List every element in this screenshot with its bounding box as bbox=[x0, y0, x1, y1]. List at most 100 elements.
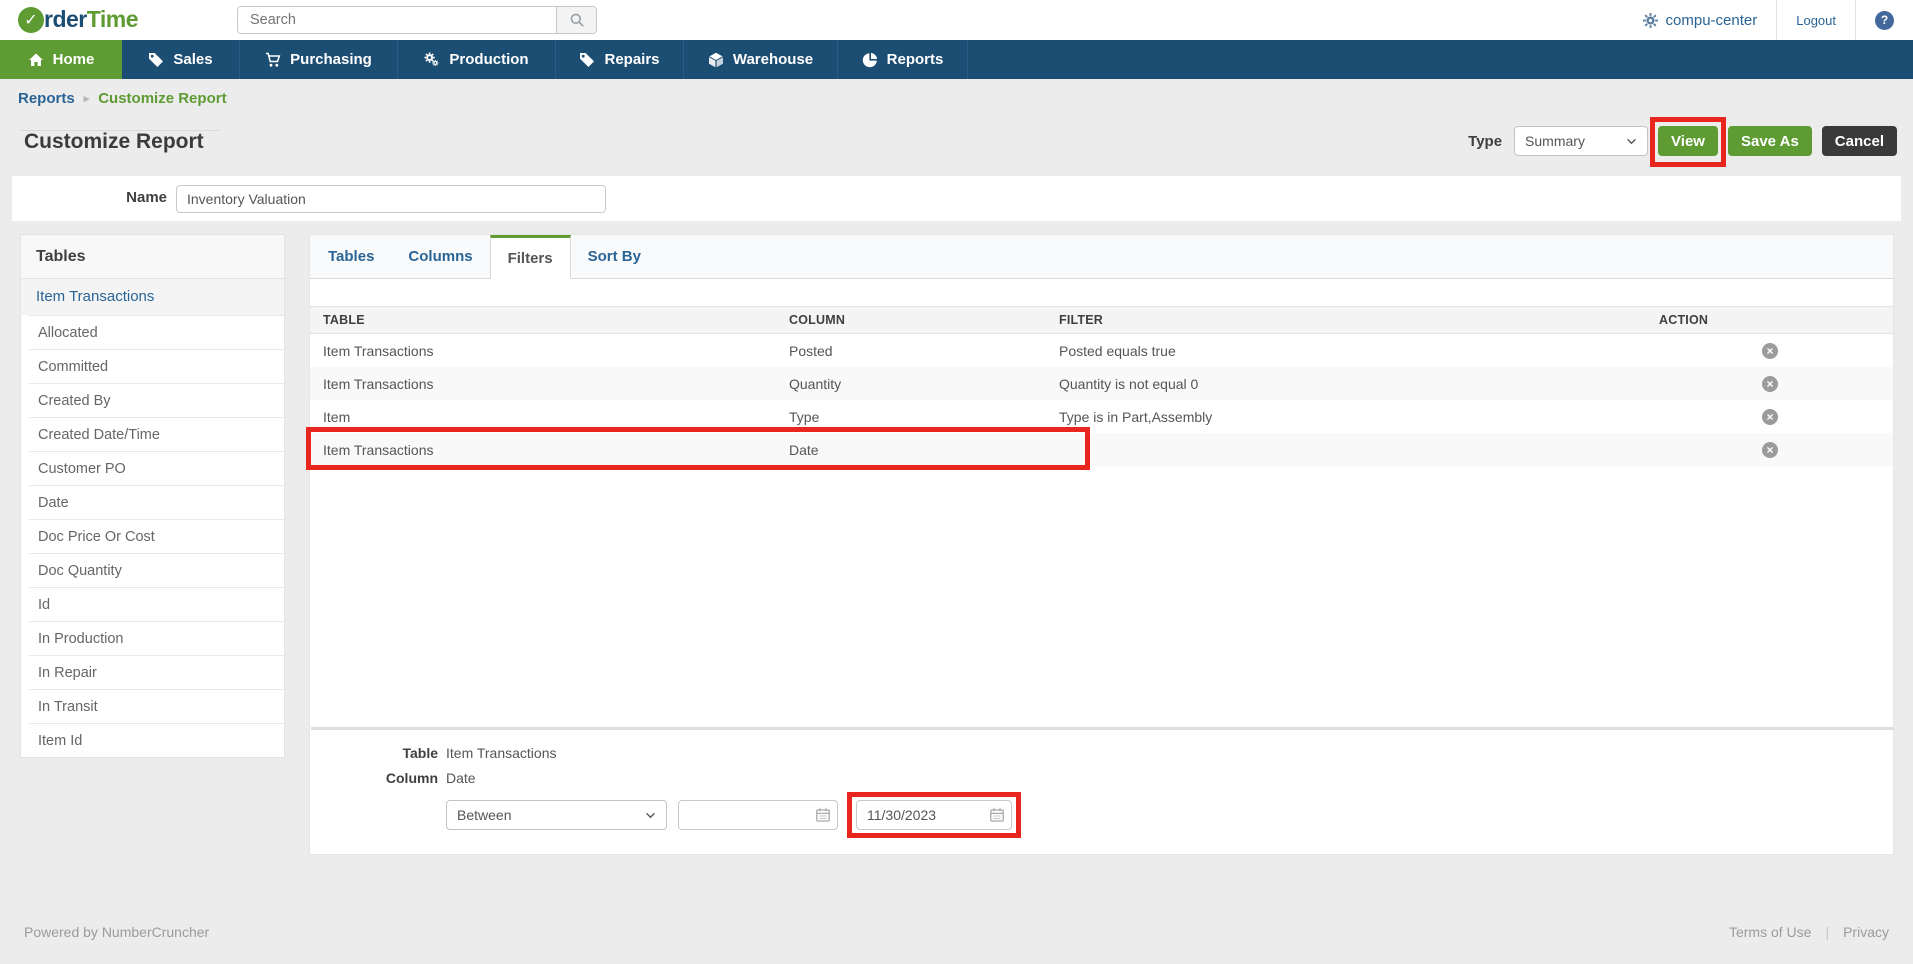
editor-divider bbox=[311, 727, 1894, 730]
header-action: ACTION bbox=[1659, 313, 1709, 327]
cell-table: Item Transactions bbox=[323, 441, 434, 458]
sidebar-item-date[interactable]: Date bbox=[29, 485, 284, 519]
cancel-button[interactable]: Cancel bbox=[1821, 126, 1897, 156]
filter-row: Item Transactions Posted Posted equals t… bbox=[310, 334, 1893, 367]
tab-filters[interactable]: Filters bbox=[489, 235, 571, 279]
nav-sales-label: Sales bbox=[173, 51, 213, 68]
filters-table-header: TABLE COLUMN FILTER ACTION bbox=[310, 306, 1893, 334]
remove-filter-icon[interactable]: × bbox=[1762, 375, 1778, 392]
filters-table: TABLE COLUMN FILTER ACTION Item Transact… bbox=[310, 306, 1893, 466]
nav-production[interactable]: Production bbox=[398, 40, 556, 79]
cell-table: Item Transactions bbox=[323, 375, 434, 392]
powered-by-text: Powered by NumberCruncher bbox=[24, 924, 210, 940]
remove-filter-icon[interactable]: × bbox=[1762, 441, 1778, 458]
sidebar-item-doc-quantity[interactable]: Doc Quantity bbox=[29, 553, 284, 587]
filter-row: Item Type Type is in Part,Assembly × bbox=[310, 400, 1893, 433]
header-table: TABLE bbox=[323, 313, 365, 327]
view-button[interactable]: View bbox=[1658, 126, 1718, 156]
sidebar-item-doc-price-or-cost[interactable]: Doc Price Or Cost bbox=[29, 519, 284, 553]
editor-column-label: Column bbox=[385, 770, 438, 786]
type-select-value: Summary bbox=[1525, 133, 1585, 149]
sidebar-title: Tables bbox=[21, 235, 284, 279]
cell-filter: Type is in Part,Assembly bbox=[1059, 408, 1213, 425]
breadcrumb-current: Customize Report bbox=[98, 90, 227, 107]
search-button[interactable] bbox=[556, 7, 596, 33]
brand-check-icon: ✓ bbox=[18, 6, 44, 33]
editor-table-value: Item Transactions bbox=[446, 745, 557, 761]
sidebar-item-customer-po[interactable]: Customer PO bbox=[29, 451, 284, 485]
header-column: COLUMN bbox=[789, 313, 846, 327]
filter-row-selected[interactable]: Item Transactions Date × bbox=[310, 433, 1893, 466]
brand-logo[interactable]: ✓ rder Time bbox=[18, 6, 139, 33]
save-as-button[interactable]: Save As bbox=[1727, 126, 1812, 156]
nav-reports[interactable]: Reports bbox=[838, 40, 968, 79]
nav-purchasing-label: Purchasing bbox=[290, 51, 372, 68]
repair-tag-icon bbox=[579, 52, 595, 68]
tag-icon bbox=[148, 52, 164, 68]
cell-action: × bbox=[1659, 441, 1893, 458]
footer-link-divider: | bbox=[1825, 924, 1830, 940]
top-right-menu: compu-center Logout ? bbox=[1624, 0, 1913, 40]
sidebar-item-committed[interactable]: Committed bbox=[29, 349, 284, 383]
tab-sort-by[interactable]: Sort By bbox=[571, 235, 658, 278]
chevron-down-icon bbox=[645, 812, 656, 819]
sidebar-item-in-transit[interactable]: In Transit bbox=[29, 689, 284, 723]
nav-repairs-label: Repairs bbox=[604, 51, 660, 68]
cell-column: Posted bbox=[789, 342, 833, 359]
nav-repairs[interactable]: Repairs bbox=[556, 40, 684, 79]
tables-sidebar: Tables Item Transactions Allocated Commi… bbox=[20, 234, 285, 758]
calendar-icon[interactable] bbox=[815, 807, 831, 823]
cell-filter: Posted equals true bbox=[1059, 342, 1176, 359]
sidebar-item-item-id[interactable]: Item Id bbox=[29, 723, 284, 757]
logout-segment: Logout bbox=[1776, 0, 1855, 40]
date-to-field bbox=[847, 792, 1021, 838]
type-select[interactable]: Summary bbox=[1514, 126, 1649, 156]
cart-icon bbox=[265, 52, 281, 68]
cell-table: Item bbox=[323, 408, 351, 425]
sidebar-item-created-by[interactable]: Created By bbox=[29, 383, 284, 417]
cell-table: Item Transactions bbox=[323, 342, 434, 359]
nav-home[interactable]: Home bbox=[0, 40, 122, 79]
cell-action: × bbox=[1659, 342, 1893, 359]
sidebar-item-allocated[interactable]: Allocated bbox=[29, 315, 284, 349]
sidebar-item-item-transactions[interactable]: Item Transactions bbox=[21, 279, 284, 315]
help-icon[interactable]: ? bbox=[1875, 10, 1894, 30]
sidebar-item-id[interactable]: Id bbox=[29, 587, 284, 621]
calendar-icon[interactable] bbox=[989, 807, 1005, 823]
date-from-input[interactable] bbox=[678, 800, 838, 830]
name-card: Name bbox=[12, 176, 1901, 221]
header-controls: Type Summary View Save As Cancel bbox=[1468, 117, 1897, 167]
terms-of-use-link[interactable]: Terms of Use bbox=[1729, 924, 1811, 940]
nav-sales[interactable]: Sales bbox=[122, 40, 240, 79]
nav-warehouse-label: Warehouse bbox=[732, 51, 814, 68]
account-settings-link[interactable]: compu-center bbox=[1624, 0, 1777, 40]
cell-column: Quantity bbox=[789, 375, 842, 392]
remove-filter-icon[interactable]: × bbox=[1762, 342, 1778, 359]
operator-select-value: Between bbox=[457, 807, 512, 823]
report-name-input[interactable] bbox=[176, 185, 606, 213]
search-icon bbox=[569, 12, 585, 28]
sidebar-item-in-repair[interactable]: In Repair bbox=[29, 655, 284, 689]
operator-select[interactable]: Between bbox=[446, 800, 667, 830]
nav-purchasing[interactable]: Purchasing bbox=[240, 40, 398, 79]
brand-text-order: rder bbox=[44, 6, 87, 32]
page-title: Customize Report bbox=[24, 130, 204, 153]
breadcrumb-reports-link[interactable]: Reports bbox=[18, 90, 75, 107]
remove-filter-icon[interactable]: × bbox=[1762, 408, 1778, 425]
global-search bbox=[237, 6, 597, 34]
editor-controls: Between bbox=[446, 792, 1021, 838]
filter-row: Item Transactions Quantity Quantity is n… bbox=[310, 367, 1893, 400]
tab-columns[interactable]: Columns bbox=[391, 235, 489, 278]
nav-warehouse[interactable]: Warehouse bbox=[684, 40, 838, 79]
nav-production-label: Production bbox=[449, 51, 529, 68]
cube-icon bbox=[708, 52, 724, 68]
search-input[interactable] bbox=[238, 7, 556, 33]
logout-link[interactable]: Logout bbox=[1796, 13, 1836, 28]
nav-home-label: Home bbox=[52, 51, 95, 68]
account-name: compu-center bbox=[1665, 11, 1758, 29]
privacy-link[interactable]: Privacy bbox=[1843, 924, 1889, 940]
sidebar-item-in-production[interactable]: In Production bbox=[29, 621, 284, 655]
sidebar-item-created-date-time[interactable]: Created Date/Time bbox=[29, 417, 284, 451]
tab-tables[interactable]: Tables bbox=[311, 235, 391, 278]
top-bar: ✓rderTime compu-center Logout ? bbox=[0, 0, 1913, 40]
